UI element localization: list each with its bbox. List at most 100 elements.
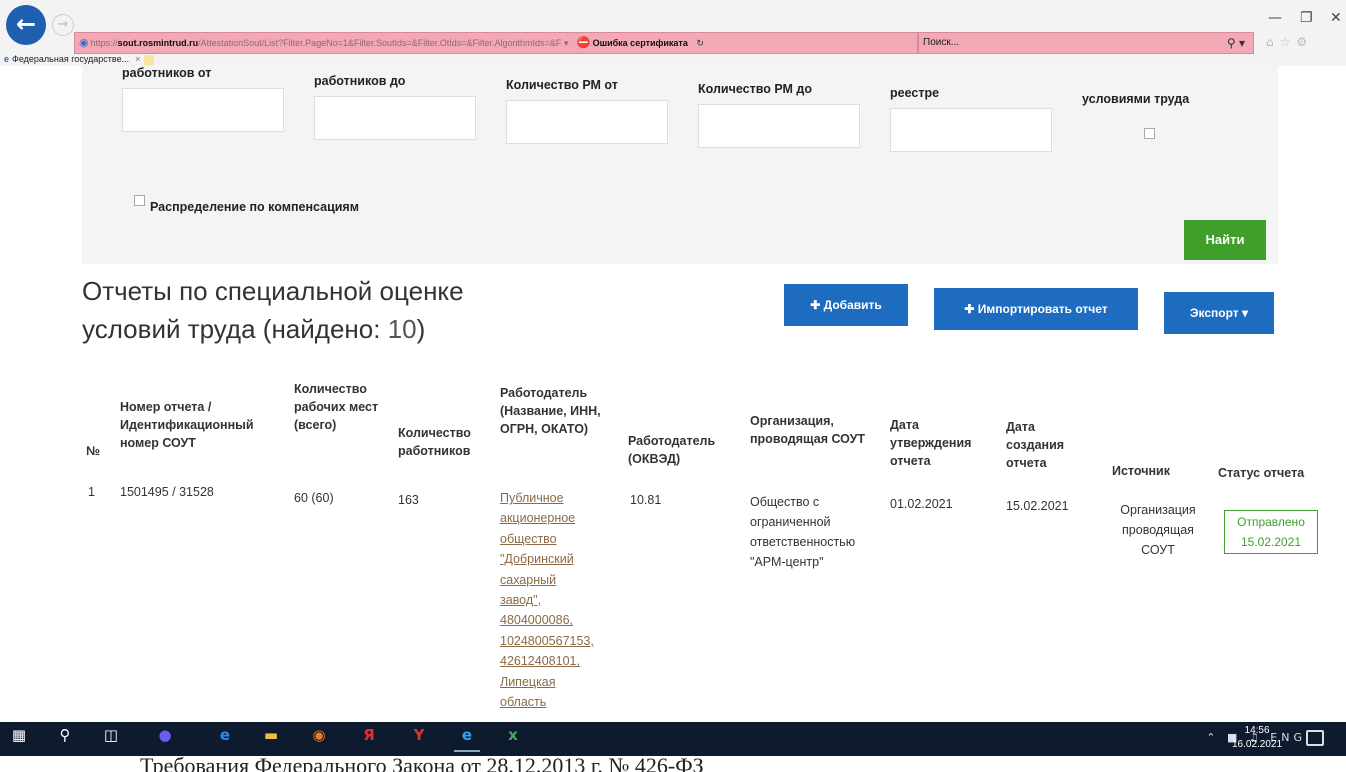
conditions-checkbox[interactable] — [1144, 128, 1155, 139]
col-header-okved[interactable]: Работодатель (ОКВЭД) — [628, 432, 744, 468]
clock[interactable]: 14:56 16.02.2021 — [1232, 724, 1282, 752]
cell-report-number: 1501495 / 31528 — [120, 485, 214, 499]
col-header-status[interactable]: Статус отчета — [1218, 464, 1304, 482]
page-title: Отчеты по специальной оценке условий тру… — [82, 272, 464, 348]
cell-employer[interactable]: Публичное акционерное общество "Добринск… — [500, 488, 594, 712]
browser-search-input[interactable]: Поиск... ⚲ ▾ — [918, 32, 1254, 54]
employer-line[interactable]: завод", — [500, 590, 594, 610]
filter-label-workers-from: работников от — [122, 66, 212, 80]
employer-line[interactable]: область — [500, 692, 594, 712]
task-view-icon[interactable]: ◫ — [98, 726, 124, 752]
edge-icon[interactable]: e — [212, 726, 238, 752]
address-bar[interactable]: ◉ https://sout.rosmintrud.ru/AttestationS… — [74, 32, 918, 54]
back-arrow-icon[interactable]: ← — [6, 5, 46, 45]
search-icon[interactable]: ⚲ — [52, 726, 78, 752]
tab-close-icon[interactable]: × — [135, 54, 140, 64]
refresh-icon[interactable]: ↻ — [696, 38, 704, 48]
employer-line[interactable]: сахарный — [500, 570, 594, 590]
filter-label-wp-to: Количество РМ до — [698, 82, 812, 96]
status-badge: Отправлено 15.02.2021 — [1224, 510, 1318, 554]
browser-tab[interactable]: e Федеральная государстве... × — [4, 52, 224, 66]
page-title-line1: Отчеты по специальной оценке — [82, 276, 464, 306]
plus-icon: ✚ — [964, 302, 975, 316]
col-header-employer[interactable]: Работодатель (Название, ИНН, ОГРН, ОКАТО… — [500, 384, 624, 438]
ie-page-icon: ◉ — [79, 37, 89, 49]
filter-panel: работников от работников до Количество Р… — [82, 66, 1278, 264]
col-header-workplaces[interactable]: Количество рабочих мест (всего) — [294, 380, 390, 434]
export-button[interactable]: Экспорт ▾ — [1164, 292, 1274, 334]
found-count: 10 — [387, 314, 417, 344]
internet-explorer-icon[interactable]: e — [454, 726, 480, 752]
filter-label-wp-from: Количество РМ от — [506, 78, 618, 92]
dropdown-arrow-icon[interactable]: ▾ — [564, 38, 569, 48]
employer-line[interactable]: 1024800567153, — [500, 631, 594, 651]
caret-down-icon: ▾ — [1242, 306, 1249, 320]
excel-icon[interactable]: x — [500, 726, 526, 752]
compensation-label: Распределение по компенсациям — [150, 200, 359, 214]
workers-from-input[interactable] — [122, 88, 284, 132]
browser-icon[interactable]: ◉ — [306, 726, 332, 752]
maximize-icon[interactable]: ❐ — [1300, 10, 1313, 26]
certificate-error-icon: ⛔ — [576, 37, 591, 49]
find-button[interactable]: Найти — [1184, 220, 1266, 260]
app-circle-icon[interactable]: ● — [152, 726, 178, 752]
employer-line[interactable]: акционерное — [500, 508, 594, 528]
home-icon[interactable]: ⌂ — [1266, 35, 1280, 49]
add-button[interactable]: ✚ Добавить — [784, 284, 908, 326]
col-header-num: № — [86, 444, 100, 458]
page-title-line2: условий труда (найдено: 10) — [82, 314, 426, 344]
col-header-source[interactable]: Источник — [1112, 462, 1170, 480]
close-window-icon[interactable]: ✕ — [1330, 10, 1342, 26]
employer-line[interactable]: общество — [500, 529, 594, 549]
browser-chrome: ← → ◉ https://sout.rosmintrud.ru/Attestat… — [0, 0, 1346, 66]
cell-creation-date: 15.02.2021 — [1006, 499, 1069, 513]
filter-label-conditions: условиями труда — [1082, 92, 1190, 106]
file-explorer-icon[interactable]: ▬ — [258, 726, 284, 752]
certificate-error[interactable]: Ошибка сертификата — [593, 38, 688, 48]
col-header-workers[interactable]: Количество работников — [398, 424, 496, 460]
yandex-browser-icon[interactable]: Y — [406, 726, 432, 752]
employer-line[interactable]: Публичное — [500, 488, 594, 508]
taskbar: ▦ ⚲ ◫ ● e ▬ ◉ Я Y e x ⌃ ■ ♫ ENG 14:56 16… — [0, 722, 1346, 756]
add-button-label: Добавить — [823, 298, 882, 312]
col-header-creation-date[interactable]: Дата создания отчета — [1006, 418, 1086, 472]
compensation-checkbox[interactable] — [134, 195, 145, 206]
search-icon[interactable]: ⚲ ▾ — [1227, 33, 1245, 53]
windows-start-icon[interactable]: ▦ — [6, 726, 32, 752]
workplaces-from-input[interactable] — [506, 100, 668, 144]
registry-input[interactable] — [890, 108, 1052, 152]
import-button[interactable]: ✚ Импортировать отчет — [934, 288, 1138, 330]
new-tab-icon[interactable] — [144, 54, 155, 65]
clock-time: 14:56 — [1244, 725, 1270, 736]
employer-line[interactable]: 42612408101, — [500, 651, 594, 671]
cell-workplaces: 60 (60) — [294, 491, 334, 505]
plus-icon: ✚ — [810, 298, 821, 312]
employer-line[interactable]: Липецкая — [500, 672, 594, 692]
cell-org: Общество с ограниченной ответственностью… — [750, 495, 856, 569]
favorites-star-icon[interactable]: ☆ — [1280, 35, 1297, 49]
forward-arrow-icon[interactable]: → — [52, 14, 74, 36]
minimize-icon[interactable]: — — [1268, 10, 1282, 26]
notifications-icon[interactable] — [1306, 730, 1324, 746]
cell-okved: 10.81 — [630, 493, 662, 507]
cell-num: 1 — [88, 485, 95, 499]
filter-label-workers-to: работников до — [314, 74, 406, 88]
col-header-report-number[interactable]: Номер отчета / Идентификационный номер С… — [120, 398, 288, 452]
export-button-label: Экспорт — [1189, 306, 1239, 320]
employer-line[interactable]: "Добринский — [500, 549, 594, 569]
settings-gear-icon[interactable]: ⚙ — [1296, 35, 1313, 49]
footer-document-text: Требования Федерального Закона от 28.12.… — [140, 753, 704, 772]
clock-date: 16.02.2021 — [1232, 739, 1283, 750]
workplaces-to-input[interactable] — [698, 104, 860, 148]
workers-to-input[interactable] — [314, 96, 476, 140]
search-placeholder: Поиск... — [923, 37, 960, 48]
col-header-approval-date[interactable]: Дата утверждения отчета — [890, 416, 994, 470]
url-prefix: https:// — [90, 38, 118, 48]
employer-line[interactable]: 4804000086, — [500, 610, 594, 630]
chevron-up-icon[interactable]: ⌃ — [1206, 731, 1219, 744]
col-header-org[interactable]: Организация, проводящая СОУТ — [750, 412, 874, 448]
import-button-label: Импортировать отчет — [977, 302, 1108, 316]
status-text: Отправлено — [1237, 515, 1305, 529]
yandex-icon[interactable]: Я — [356, 726, 382, 752]
tab-title: Федеральная государстве... — [12, 54, 130, 64]
